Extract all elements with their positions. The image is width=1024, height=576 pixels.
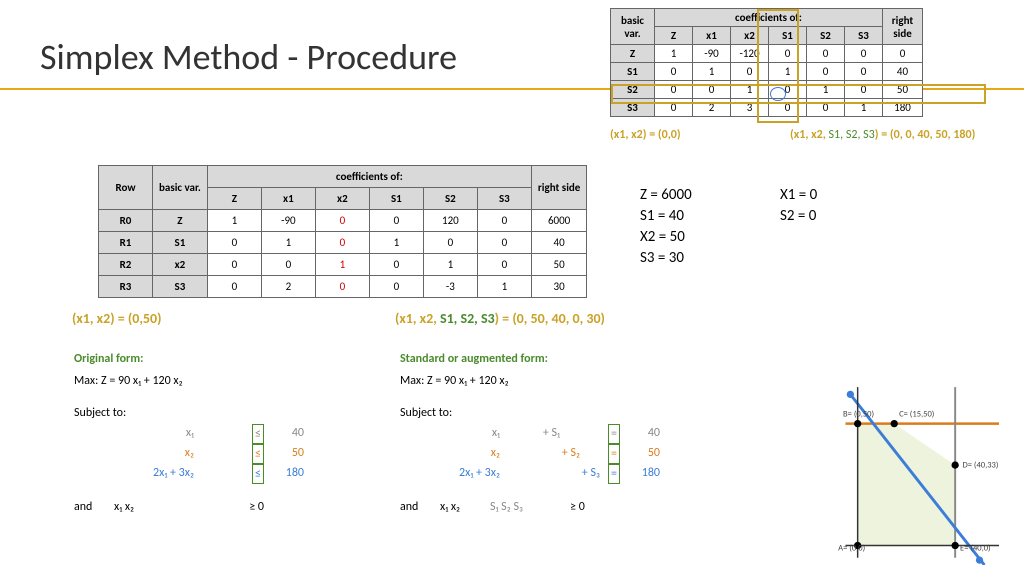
small-annot-2: (x1, x2, S1, S2, S3) = (0, 0, 40, 50, 18…: [790, 128, 975, 142]
table-row: R0Z1-900012006000: [99, 210, 587, 232]
feasible-region-chart: A= (0,0) B= (0,50) C= (15,50) D= (40,33)…: [815, 370, 1010, 565]
hdr-right-side: right side: [531, 166, 586, 210]
table-row: R1S101010040: [99, 232, 587, 254]
col-z: Z: [655, 27, 693, 45]
table-row: R2x200101050: [99, 254, 587, 276]
subject-to: Subject to:: [74, 404, 374, 422]
big-annot-2: (x1, x2, S1, S2, S3) = (0, 50, 40, 0, 30…: [395, 310, 605, 327]
hdr-basic-var: basic var.: [153, 166, 208, 210]
standard-form-block: Standard or augmented form: Max: Z = 90 …: [400, 350, 780, 516]
col-s2: S2: [807, 27, 845, 45]
table-row: S3023001180: [611, 99, 923, 117]
col-x2: x2: [731, 27, 769, 45]
pt-e-label: E= (40,0): [960, 543, 991, 553]
hdr-coefs: coefficients of:: [655, 9, 883, 27]
solution-values-left: Z = 6000S1 = 40X2 = 50S3 = 30: [640, 185, 692, 269]
hdr-row: Row: [99, 166, 153, 210]
small-annot-1: (x1, x2) = (0,0): [610, 128, 681, 142]
table-row: R3S30200-3130: [99, 276, 587, 298]
pt-a-label: A= (0,0): [838, 543, 865, 553]
iteration-tableau: Row basic var. coefficients of: right si…: [98, 165, 587, 298]
hdr-coefs: coefficients of:: [207, 166, 531, 188]
pt-c-label: C= (15,50): [899, 409, 934, 419]
big-annot-1: (x1, x2) = (0,50): [72, 310, 161, 327]
pt-b-label: B= (0,50): [843, 409, 874, 419]
col-s3: S3: [845, 27, 883, 45]
original-form-title: Original form:: [74, 350, 374, 368]
hdr-right-side: right side: [883, 9, 923, 45]
original-form-block: Original form: Max: Z = 90 x₁ + 120 x₂ S…: [74, 350, 374, 516]
pt-d-label: D= (40,33): [962, 461, 998, 471]
table-row: S200101050: [611, 81, 923, 99]
col-s1: S1: [769, 27, 807, 45]
initial-tableau: basic var. coefficients of: right side Z…: [610, 8, 923, 117]
solution-values-right: X1 = 0S2 = 0: [780, 185, 817, 227]
page-title: Simplex Method - Procedure: [40, 35, 457, 79]
max-line: Max: Z = 90 x₁ + 120 x₂: [74, 372, 374, 390]
table-row: S101010040: [611, 63, 923, 81]
std-form-title: Standard or augmented form:: [400, 350, 780, 368]
hdr-basic-var: basic var.: [611, 9, 655, 45]
col-x1: x1: [693, 27, 731, 45]
table-row: Z1-90-1200000: [611, 45, 923, 63]
